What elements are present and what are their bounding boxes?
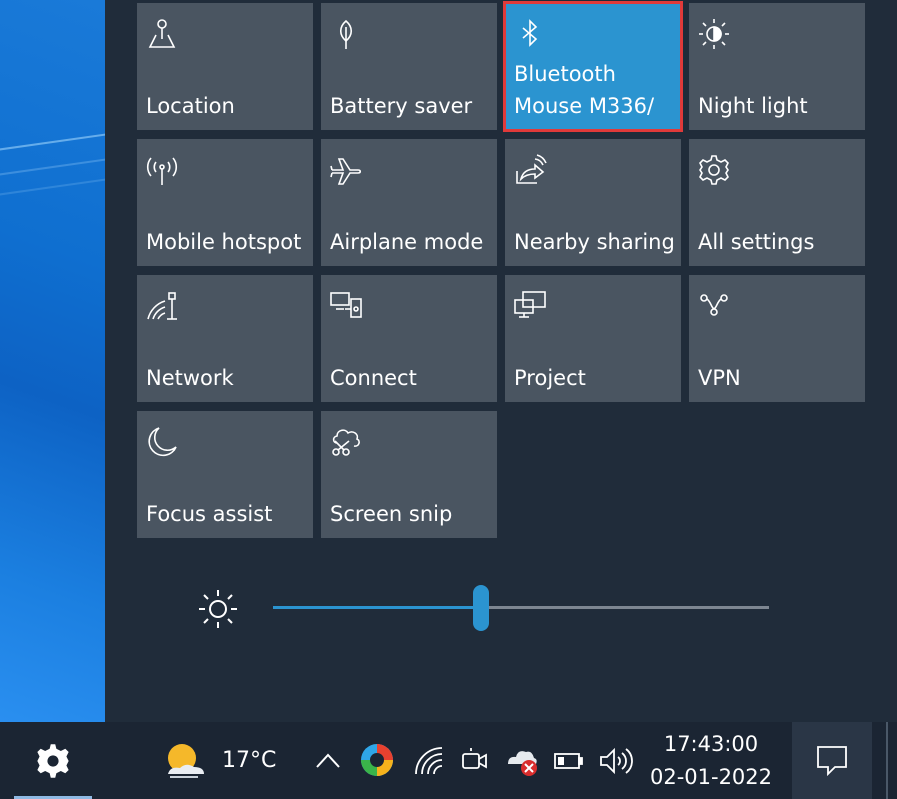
tile-bluetooth[interactable]: Bluetooth Mouse M336/ — [503, 1, 683, 132]
notification-center-button[interactable] — [792, 722, 872, 799]
connect-icon — [329, 289, 363, 323]
notification-icon — [817, 746, 847, 777]
brightness-icon — [197, 588, 239, 630]
settings-gear-icon — [37, 744, 69, 778]
network-icon — [145, 289, 179, 323]
tile-label: Bluetooth Mouse M336/ — [514, 62, 655, 118]
tile-project[interactable]: Project — [505, 275, 681, 402]
tile-label: Focus assist — [146, 502, 273, 526]
tile-vpn[interactable]: VPN — [689, 275, 865, 402]
chevron-up-icon[interactable] — [314, 750, 342, 770]
edge-icon[interactable] — [359, 742, 395, 778]
project-icon — [513, 289, 547, 323]
tile-label: Mobile hotspot — [146, 230, 302, 254]
nearby-sharing-icon — [513, 153, 547, 187]
tile-network[interactable]: Network — [137, 275, 313, 402]
show-desktop-divider[interactable] — [886, 722, 888, 799]
tile-label: Network — [146, 366, 234, 390]
tile-mobile-hotspot[interactable]: Mobile hotspot — [137, 139, 313, 266]
tile-label: Nearby sharing — [514, 230, 675, 254]
tile-connect[interactable]: Connect — [321, 275, 497, 402]
airplane-icon — [329, 153, 363, 187]
location-icon — [145, 17, 179, 51]
taskbar-settings-button[interactable] — [14, 722, 92, 799]
tile-airplane-mode[interactable]: Airplane mode — [321, 139, 497, 266]
onedrive-error-icon[interactable] — [504, 744, 540, 778]
weather-widget[interactable] — [160, 740, 208, 782]
taskbar: 17°C 17:43:00 02-01-2022 — [0, 722, 897, 799]
tile-nearby-sharing[interactable]: Nearby sharing — [505, 139, 681, 266]
screen-snip-icon — [329, 425, 363, 459]
desktop-wallpaper — [0, 0, 105, 722]
tile-label: Connect — [330, 366, 417, 390]
meet-now-icon[interactable] — [460, 746, 488, 776]
tile-label: Airplane mode — [330, 230, 484, 254]
tile-focus-assist[interactable]: Focus assist — [137, 411, 313, 538]
clock-time: 17:43:00 — [663, 732, 759, 756]
clock-date: 02-01-2022 — [649, 765, 773, 789]
tile-all-settings[interactable]: All settings — [689, 139, 865, 266]
brightness-slider[interactable] — [273, 585, 769, 631]
focus-assist-icon — [145, 425, 179, 459]
tile-screen-snip[interactable]: Screen snip — [321, 411, 497, 538]
brightness-slider-fill — [273, 606, 482, 609]
wifi-icon[interactable] — [414, 746, 444, 776]
settings-gear-icon — [697, 153, 731, 187]
tile-battery-saver[interactable]: Battery saver — [321, 3, 497, 130]
tile-location[interactable]: Location — [137, 3, 313, 130]
partly-sunny-icon — [168, 744, 204, 778]
battery-icon[interactable] — [553, 751, 585, 771]
tile-label: All settings — [698, 230, 815, 254]
tile-label: VPN — [698, 366, 741, 390]
tile-label: Night light — [698, 94, 808, 118]
mobile-hotspot-icon — [145, 153, 179, 187]
taskbar-clock[interactable]: 17:43:00 02-01-2022 — [648, 728, 774, 794]
battery-saver-icon — [329, 17, 363, 51]
night-light-icon — [697, 17, 731, 51]
tile-night-light[interactable]: Night light — [689, 3, 865, 130]
volume-icon[interactable] — [598, 746, 633, 776]
tile-label: Location — [146, 94, 235, 118]
weather-temperature[interactable]: 17°C — [222, 748, 276, 773]
vpn-icon — [697, 289, 731, 323]
tile-label: Screen snip — [330, 502, 453, 526]
bluetooth-icon — [513, 17, 547, 51]
tile-label: Battery saver — [330, 94, 473, 118]
tile-label: Project — [514, 366, 586, 390]
brightness-slider-thumb[interactable] — [473, 585, 490, 631]
